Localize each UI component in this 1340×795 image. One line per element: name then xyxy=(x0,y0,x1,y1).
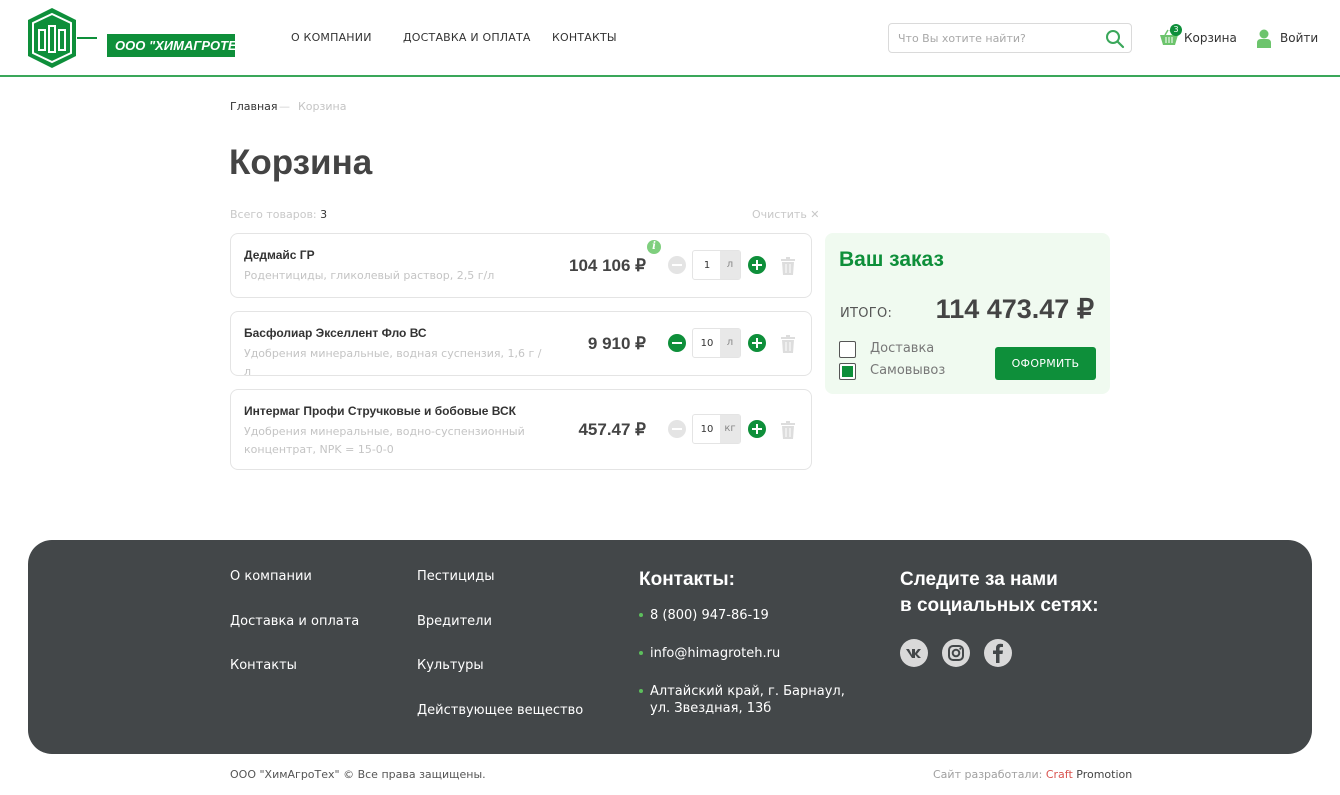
bullet-dot xyxy=(639,651,643,655)
item-description: Удобрения минеральные, водно-суспензионн… xyxy=(244,425,525,456)
cart-item: Басфолиар Экселлент Фло ВС Удобрения мин… xyxy=(230,311,812,378)
bullet-dot xyxy=(639,613,643,617)
search-icon[interactable] xyxy=(1105,29,1125,49)
copyright-text: ООО "ХимАгроТех" © Все права защищены. xyxy=(230,768,486,781)
pickup-option-label: Самовывоз xyxy=(870,363,946,378)
developer-link-promotion[interactable]: Promotion xyxy=(1076,768,1132,781)
item-name[interactable]: Дедмайс ГР xyxy=(244,248,315,262)
cart-item: Интермаг Профи Стручковые и бобовые ВСК … xyxy=(230,389,812,470)
quantity-stepper: л xyxy=(692,250,741,280)
item-price: 9 910 ₽ xyxy=(587,334,646,353)
items-count-value: 3 xyxy=(320,208,328,221)
breadcrumb-separator: — xyxy=(279,100,290,113)
item-name[interactable]: Басфолиар Экселлент Фло ВС xyxy=(244,326,427,340)
quantity-input[interactable] xyxy=(693,415,721,443)
quantity-unit: л xyxy=(720,329,740,357)
footer-link-delivery[interactable]: Доставка и оплата xyxy=(230,614,359,629)
trash-icon[interactable] xyxy=(780,421,796,439)
footer-link-about[interactable]: О компании xyxy=(230,569,312,584)
page-title: Корзина xyxy=(229,143,373,182)
footer-link-contacts[interactable]: Контакты xyxy=(230,658,297,673)
quantity-unit: л xyxy=(720,251,740,279)
search-box xyxy=(888,23,1132,53)
delivery-checkbox[interactable] xyxy=(839,341,856,358)
breadcrumb-home[interactable]: Главная xyxy=(230,100,278,113)
footer-address-line1: Алтайский край, г. Барнаул, xyxy=(650,684,845,699)
company-logo[interactable]: ООО "ХИМАГРОТЕХ" xyxy=(27,6,252,70)
facebook-icon[interactable] xyxy=(984,639,1012,667)
increase-quantity-button[interactable] xyxy=(748,334,766,352)
footer-link-active-substance[interactable]: Действующее вещество xyxy=(417,703,583,718)
nav-delivery[interactable]: ДОСТАВКА И ОПЛАТА xyxy=(403,31,531,44)
quantity-unit: кг xyxy=(720,415,740,443)
footer-link-pesticides[interactable]: Пестициды xyxy=(417,569,495,584)
footer-email[interactable]: info@himagroteh.ru xyxy=(650,645,780,662)
item-description: Родентициды, гликолевый раствор, 2,5 г/л xyxy=(244,269,495,282)
cart-item: Дедмайс ГР Родентициды, гликолевый раств… xyxy=(230,233,812,298)
order-total: 114 473.47 ₽ xyxy=(935,294,1094,324)
increase-quantity-button[interactable] xyxy=(748,256,766,274)
decrease-quantity-button[interactable] xyxy=(668,420,686,438)
user-icon xyxy=(1257,29,1271,48)
item-price: 104 106 ₽ xyxy=(569,256,646,275)
footer-social-title-line2: в социальных сетях: xyxy=(900,595,1099,616)
item-description: Удобрения минеральные, водная суспензия,… xyxy=(244,347,542,378)
logo-text: ООО "ХИМАГРОТЕХ" xyxy=(107,34,252,57)
increase-quantity-button[interactable] xyxy=(748,420,766,438)
cart-label: Корзина xyxy=(1184,31,1237,45)
nav-about[interactable]: О КОМПАНИИ xyxy=(291,31,372,44)
login-label: Войти xyxy=(1280,31,1319,45)
instagram-icon[interactable] xyxy=(942,639,970,667)
site-header: ООО "ХИМАГРОТЕХ" О КОМПАНИИ ДОСТАВКА И О… xyxy=(0,0,1340,77)
bullet-dot xyxy=(639,689,643,693)
footer-address-line2: ул. Звездная, 13б xyxy=(650,701,772,716)
item-name[interactable]: Интермаг Профи Стручковые и бобовые ВСК xyxy=(244,404,516,418)
search-input[interactable] xyxy=(898,30,1098,47)
quantity-stepper: л xyxy=(692,328,741,358)
item-price: 457.47 ₽ xyxy=(578,420,646,439)
order-title: Ваш заказ xyxy=(839,248,944,271)
developer-credit: Сайт разработали: Craft Promotion xyxy=(933,768,1132,781)
order-total-label: ИТОГО: xyxy=(840,306,893,321)
delivery-option-label: Доставка xyxy=(870,341,935,356)
items-count-label: Всего товаров: xyxy=(230,208,317,221)
nav-contacts[interactable]: КОНТАКТЫ xyxy=(552,31,617,44)
footer-contacts-title: Контакты: xyxy=(639,569,735,590)
vk-icon[interactable] xyxy=(900,639,928,667)
developer-link-craft[interactable]: Craft xyxy=(1046,768,1073,781)
footer-link-pests[interactable]: Вредители xyxy=(417,614,492,629)
trash-icon[interactable] xyxy=(780,335,796,353)
quantity-stepper: кг xyxy=(692,414,741,444)
quantity-input[interactable] xyxy=(693,251,721,279)
info-icon[interactable]: i xyxy=(647,240,661,254)
cart-count-badge: 3 xyxy=(1170,24,1182,36)
clear-cart-link[interactable]: Очистить ✕ xyxy=(752,208,820,221)
order-summary-panel: Ваш заказ ИТОГО: 114 473.47 ₽ Доставка С… xyxy=(825,233,1110,394)
logo-hexagon-icon xyxy=(28,8,97,68)
trash-icon[interactable] xyxy=(780,257,796,275)
decrease-quantity-button[interactable] xyxy=(668,256,686,274)
quantity-input[interactable] xyxy=(693,329,721,357)
pickup-checkbox[interactable] xyxy=(839,363,856,380)
breadcrumb-current: Корзина xyxy=(298,100,347,113)
site-footer: О компании Доставка и оплата Контакты Пе… xyxy=(28,540,1312,754)
developer-credit-prefix: Сайт разработали: xyxy=(933,768,1043,781)
footer-link-crops[interactable]: Культуры xyxy=(417,658,484,673)
footer-social-title-line1: Следите за нами xyxy=(900,569,1058,590)
footer-phone[interactable]: 8 (800) 947-86-19 xyxy=(650,607,769,624)
checkout-button[interactable]: ОФОРМИТЬ xyxy=(995,347,1096,380)
decrease-quantity-button[interactable] xyxy=(668,334,686,352)
items-count: Всего товаров: 3 xyxy=(230,208,327,221)
